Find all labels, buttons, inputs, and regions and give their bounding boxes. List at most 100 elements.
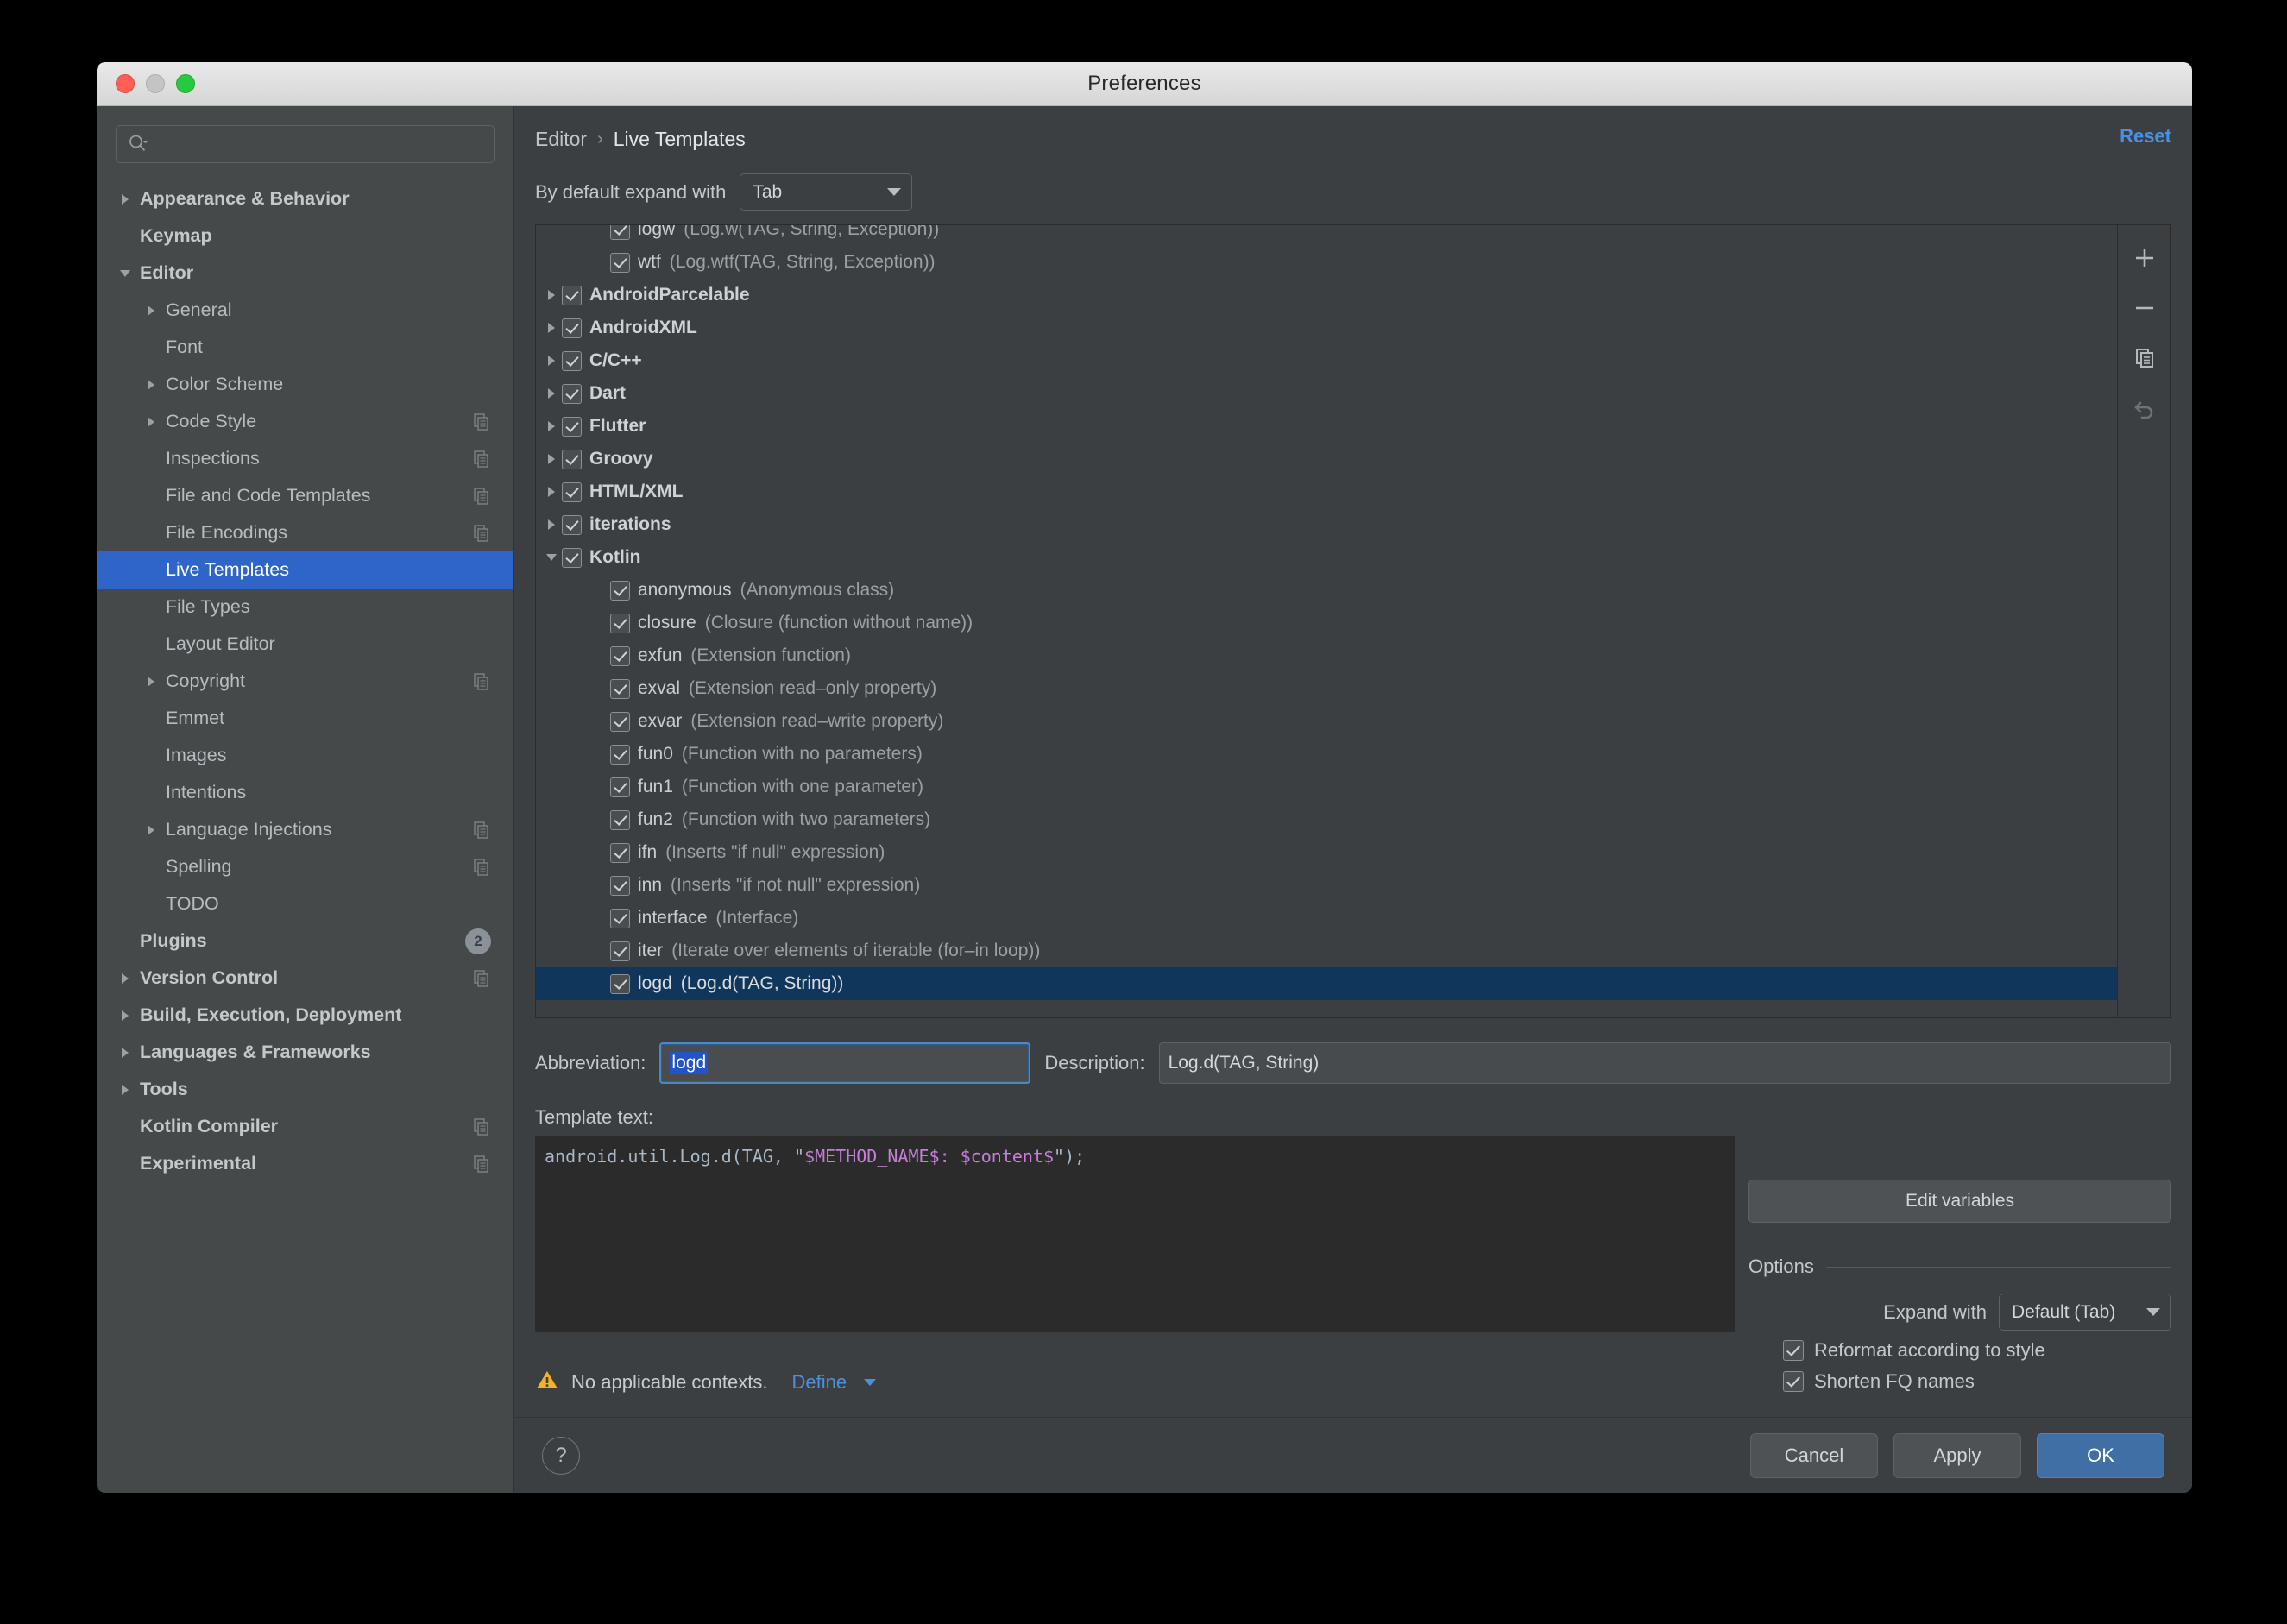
minimize-window-button[interactable] — [146, 74, 165, 93]
chevron-right-icon[interactable] — [116, 969, 135, 988]
sidebar-item-todo[interactable]: TODO — [97, 885, 513, 922]
chevron-right-icon[interactable] — [142, 672, 161, 691]
ok-button[interactable]: OK — [2037, 1432, 2164, 1478]
abbreviation-input[interactable]: logd — [659, 1042, 1031, 1084]
chevron-down-icon[interactable] — [541, 550, 562, 565]
chevron-right-icon[interactable] — [142, 375, 161, 394]
sidebar-item-plugins[interactable]: Plugins 2 — [97, 922, 513, 960]
template-enabled-checkbox[interactable] — [562, 449, 582, 469]
template-row[interactable]: closure (Closure (function without name)) — [536, 607, 2117, 639]
copy-settings-icon[interactable] — [472, 412, 491, 431]
template-row[interactable]: interface (Interface) — [536, 902, 2117, 935]
chevron-right-icon[interactable] — [541, 386, 562, 401]
chevron-right-icon[interactable] — [541, 517, 562, 532]
reformat-checkbox[interactable] — [1783, 1340, 1804, 1361]
add-template-button[interactable] — [2124, 237, 2165, 279]
template-enabled-checkbox[interactable] — [610, 252, 630, 273]
template-enabled-checkbox[interactable] — [562, 482, 582, 502]
sidebar-item-images[interactable]: Images — [97, 737, 513, 774]
template-enabled-checkbox[interactable] — [562, 547, 582, 568]
copy-settings-icon[interactable] — [472, 1117, 491, 1136]
expand-with-select[interactable]: Default (Tab) — [1999, 1294, 2171, 1331]
templates-list[interactable]: logw (Log.w(TAG, String, Exception)) wtf (L… — [536, 225, 2117, 1017]
template-row[interactable]: iter (Iterate over elements of iterable (… — [536, 935, 2117, 967]
sidebar-item-spelling[interactable]: Spelling — [97, 848, 513, 885]
sidebar-item-intentions[interactable]: Intentions — [97, 774, 513, 811]
template-row[interactable]: Flutter — [536, 410, 2117, 443]
chevron-right-icon[interactable] — [116, 1043, 135, 1062]
sidebar-search-box[interactable] — [116, 125, 495, 163]
template-row[interactable]: AndroidParcelable — [536, 279, 2117, 312]
chevron-right-icon[interactable] — [116, 190, 135, 209]
copy-settings-icon[interactable] — [472, 487, 491, 506]
chevron-right-icon[interactable] — [541, 484, 562, 500]
sidebar-item-kotlin-compiler[interactable]: Kotlin Compiler — [97, 1108, 513, 1145]
template-enabled-checkbox[interactable] — [562, 383, 582, 404]
cancel-button[interactable]: Cancel — [1750, 1432, 1878, 1478]
template-enabled-checkbox[interactable] — [610, 744, 630, 765]
copy-settings-icon[interactable] — [472, 672, 491, 691]
sidebar-item-editor[interactable]: Editor — [97, 255, 513, 292]
template-row[interactable]: wtf (Log.wtf(TAG, String, Exception)) — [536, 246, 2117, 279]
template-row[interactable]: fun0 (Function with no parameters) — [536, 738, 2117, 771]
template-enabled-checkbox[interactable] — [610, 711, 630, 732]
template-enabled-checkbox[interactable] — [610, 777, 630, 797]
copy-settings-icon[interactable] — [472, 858, 491, 877]
template-row[interactable]: C/C++ — [536, 344, 2117, 377]
sidebar-item-color-scheme[interactable]: Color Scheme — [97, 366, 513, 403]
sidebar-item-file-encodings[interactable]: File Encodings — [97, 514, 513, 551]
remove-template-button[interactable] — [2124, 287, 2165, 329]
template-row[interactable]: anonymous (Anonymous class) — [536, 574, 2117, 607]
close-window-button[interactable] — [116, 74, 135, 93]
template-row[interactable]: Groovy — [536, 443, 2117, 475]
chevron-right-icon[interactable] — [116, 1006, 135, 1025]
help-button[interactable]: ? — [542, 1436, 580, 1475]
template-row[interactable]: iterations — [536, 508, 2117, 541]
chevron-right-icon[interactable] — [142, 412, 161, 431]
reset-link[interactable]: Reset — [2120, 125, 2171, 148]
template-row[interactable]: logw (Log.w(TAG, String, Exception)) — [536, 225, 2117, 246]
template-row[interactable]: exvar (Extension read–write property) — [536, 705, 2117, 738]
sidebar-item-keymap[interactable]: Keymap — [97, 217, 513, 255]
template-row[interactable]: HTML/XML — [536, 475, 2117, 508]
sidebar-item-file-and-code-templates[interactable]: File and Code Templates — [97, 477, 513, 514]
chevron-right-icon[interactable] — [541, 320, 562, 336]
chevron-right-icon[interactable] — [541, 353, 562, 368]
chevron-right-icon[interactable] — [541, 451, 562, 467]
edit-variables-button[interactable]: Edit variables — [1748, 1180, 2171, 1223]
template-row[interactable]: Dart — [536, 377, 2117, 410]
template-enabled-checkbox[interactable] — [610, 842, 630, 863]
shorten-fq-checkbox-row[interactable]: Shorten FQ names — [1748, 1370, 2171, 1393]
sidebar-item-inspections[interactable]: Inspections — [97, 440, 513, 477]
copy-settings-icon[interactable] — [472, 450, 491, 469]
sidebar-item-emmet[interactable]: Emmet — [97, 700, 513, 737]
template-row[interactable]: ifn (Inserts "if null" expression) — [536, 836, 2117, 869]
template-enabled-checkbox[interactable] — [562, 416, 582, 437]
sidebar-item-languages-frameworks[interactable]: Languages & Frameworks — [97, 1034, 513, 1071]
template-enabled-checkbox[interactable] — [562, 285, 582, 305]
template-enabled-checkbox[interactable] — [610, 809, 630, 830]
sidebar-item-code-style[interactable]: Code Style — [97, 403, 513, 440]
sidebar-item-general[interactable]: General — [97, 292, 513, 329]
sidebar-item-copyright[interactable]: Copyright — [97, 663, 513, 700]
template-enabled-checkbox[interactable] — [610, 973, 630, 994]
description-input[interactable]: Log.d(TAG, String) — [1158, 1042, 2171, 1084]
template-enabled-checkbox[interactable] — [610, 941, 630, 961]
template-enabled-checkbox[interactable] — [562, 318, 582, 338]
template-enabled-checkbox[interactable] — [610, 678, 630, 699]
copy-template-button[interactable] — [2124, 337, 2165, 379]
reformat-checkbox-row[interactable]: Reformat according to style — [1748, 1339, 2171, 1362]
copy-settings-icon[interactable] — [472, 821, 491, 840]
template-enabled-checkbox[interactable] — [610, 613, 630, 633]
template-enabled-checkbox[interactable] — [562, 350, 582, 371]
shorten-fq-checkbox[interactable] — [1783, 1371, 1804, 1392]
template-enabled-checkbox[interactable] — [610, 908, 630, 928]
sidebar-item-file-types[interactable]: File Types — [97, 589, 513, 626]
chevron-right-icon[interactable] — [541, 287, 562, 303]
template-text-editor[interactable]: android.util.Log.d(TAG, "$METHOD_NAME$: … — [535, 1136, 1735, 1332]
chevron-right-icon[interactable] — [142, 301, 161, 320]
template-enabled-checkbox[interactable] — [610, 645, 630, 666]
sidebar-item-appearance-behavior[interactable]: Appearance & Behavior — [97, 180, 513, 217]
sidebar-item-build-execution-deployment[interactable]: Build, Execution, Deployment — [97, 997, 513, 1034]
sidebar-item-live-templates[interactable]: Live Templates — [97, 551, 513, 589]
